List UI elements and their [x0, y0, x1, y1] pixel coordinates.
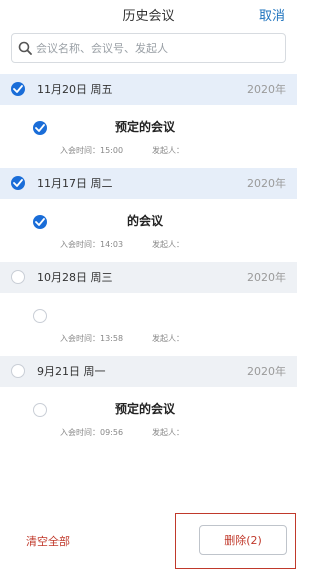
unchecked-circle-icon[interactable]	[11, 270, 25, 284]
date-header-row[interactable]: 11月20日 周五 2020年	[0, 74, 297, 105]
meeting-item[interactable]: 预定的会议 入会时间：15:00 发起人：	[0, 105, 297, 168]
meeting-host: 发起人：	[152, 240, 184, 249]
checked-circle-icon[interactable]	[11, 176, 25, 190]
meeting-host: 发起人：	[152, 334, 184, 343]
meeting-host: 发起人：	[152, 428, 184, 437]
date-header-row[interactable]: 10月28日 周三 2020年	[0, 262, 297, 293]
search-input[interactable]	[36, 34, 279, 62]
search-icon	[18, 41, 32, 55]
search-box[interactable]	[11, 33, 286, 63]
meeting-name: 预定的会议	[114, 120, 175, 134]
cancel-button[interactable]: 取消	[259, 0, 285, 34]
page-title: 历史会议	[122, 9, 175, 24]
footer-bar: 清空全部 删除(2)	[0, 497, 297, 574]
meeting-item[interactable]: 入会时间：13:58 发起人：	[0, 293, 297, 356]
date-label: 11月17日 周二	[37, 177, 113, 190]
meeting-history-list: 11月20日 周五 2020年 预定的会议 入会时间：15:00 发起人： 11…	[0, 74, 297, 497]
join-time: 入会时间：09:56	[60, 428, 124, 437]
join-time: 入会时间：14:03	[60, 240, 124, 249]
checked-circle-icon[interactable]	[33, 215, 47, 229]
date-header-row[interactable]: 9月21日 周一 2020年	[0, 356, 297, 387]
date-label: 10月28日 周三	[37, 271, 113, 284]
meeting-item[interactable]: 预定的会议 入会时间：09:56 发起人：	[0, 387, 297, 450]
meeting-host: 发起人：	[152, 146, 184, 155]
checked-circle-icon[interactable]	[33, 121, 47, 135]
date-year: 2020年	[247, 83, 286, 96]
date-year: 2020年	[247, 177, 286, 190]
unchecked-circle-icon[interactable]	[11, 364, 25, 378]
date-label: 9月21日 周一	[37, 365, 106, 378]
date-label: 11月20日 周五	[37, 83, 113, 96]
join-time: 入会时间：15:00	[60, 146, 124, 155]
meeting-item[interactable]: 的会议 入会时间：14:03 发起人：	[0, 199, 297, 262]
join-time: 入会时间：13:58	[60, 334, 124, 343]
meeting-name: 的会议	[126, 214, 163, 228]
meeting-name: 预定的会议	[114, 402, 175, 416]
date-year: 2020年	[247, 365, 286, 378]
date-header-row[interactable]: 11月17日 周二 2020年	[0, 168, 297, 199]
checked-circle-icon[interactable]	[11, 82, 25, 96]
unchecked-circle-icon[interactable]	[33, 309, 47, 323]
header-bar: 历史会议 取消	[0, 0, 297, 34]
unchecked-circle-icon[interactable]	[33, 403, 47, 417]
date-year: 2020年	[247, 271, 286, 284]
delete-button[interactable]: 删除(2)	[199, 525, 287, 555]
clear-all-button[interactable]: 清空全部	[26, 533, 70, 549]
